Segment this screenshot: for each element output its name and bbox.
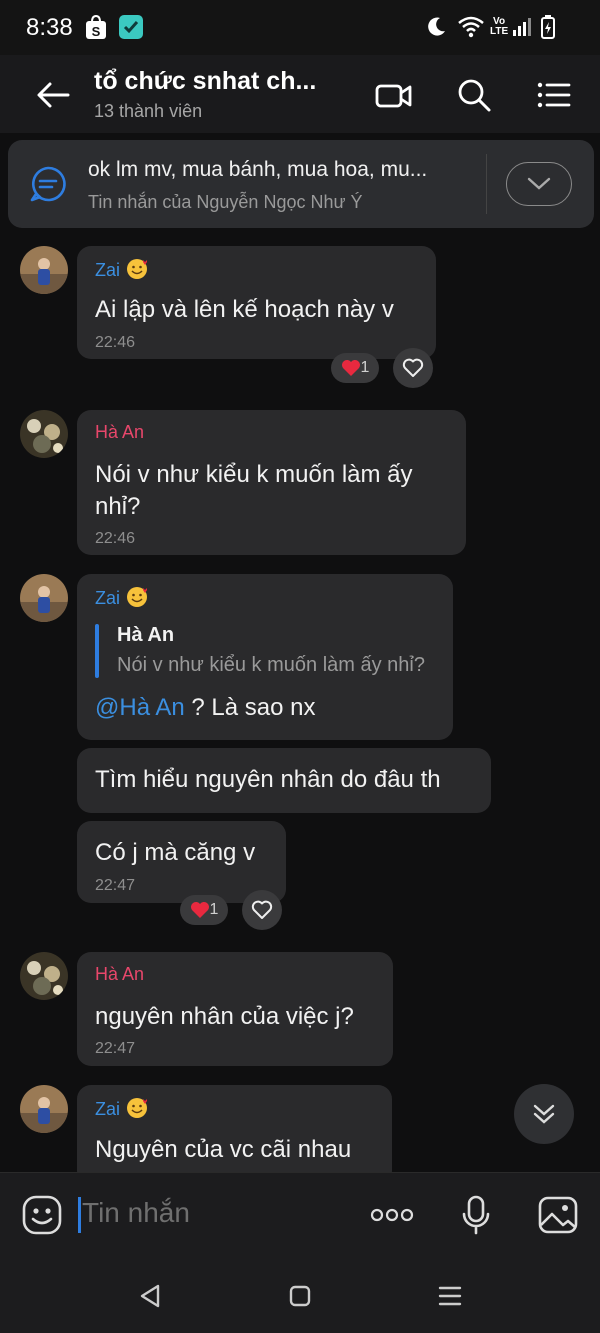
system-navigation-bar	[0, 1256, 600, 1333]
microphone-icon[interactable]	[454, 1193, 498, 1237]
smiling-hearts-emoji-icon	[126, 586, 148, 608]
heart-icon	[341, 360, 360, 376]
message-text: Có j mà căng v	[95, 839, 256, 866]
battery-icon	[540, 14, 556, 40]
message-time: 22:47	[95, 877, 136, 894]
message-bubble[interactable]: Zai Ai lập và lên kế hoạch này v 22:46	[77, 246, 436, 359]
svg-text:S: S	[92, 24, 101, 39]
message-text: @Hà An ? Là sao nx	[95, 694, 316, 721]
sender-name: Zai	[95, 258, 148, 281]
sender-name: Hà An	[95, 964, 145, 984]
image-gallery-icon[interactable]	[536, 1193, 580, 1237]
message-text: Tìm hiểu nguyên nhân do đâu th	[95, 766, 441, 793]
pinned-author: Tin nhắn của Nguyễn Ngọc Như Ý	[88, 192, 363, 212]
reaction-count: 1	[209, 901, 219, 918]
chevron-down-icon	[527, 177, 551, 190]
scroll-to-bottom-button[interactable]	[514, 1084, 574, 1144]
reaction-badge[interactable]: 1	[180, 895, 228, 925]
quote-author: Hà An	[117, 624, 175, 646]
nav-home-icon[interactable]	[282, 1278, 318, 1314]
quote-bar	[95, 624, 99, 678]
heart-outline-icon	[251, 900, 273, 919]
message-bubble[interactable]: Zai Nguyên của vc cãi nhau	[77, 1085, 392, 1185]
sender-name: Hà An	[95, 422, 145, 442]
message-bubble[interactable]: Hà An nguyên nhân của việc j? 22:47	[77, 952, 393, 1066]
message-bubble-icon	[28, 164, 68, 204]
message-bubble[interactable]: Zai Hà An Nói v như kiểu k muốn làm ấy n…	[77, 574, 453, 740]
text-caret	[78, 1197, 81, 1233]
video-call-icon[interactable]	[374, 75, 414, 115]
divider	[486, 154, 487, 214]
menu-list-icon[interactable]	[534, 75, 574, 115]
pinned-text: ok lm mv, mua bánh, mua hoa, mu...	[88, 158, 428, 181]
message-time: 22:47	[95, 1040, 136, 1057]
back-arrow-icon[interactable]	[34, 75, 74, 115]
quoted-message[interactable]: Hà An Nói v như kiểu k muốn làm ấy nhỉ?	[95, 624, 455, 680]
pinned-message-banner[interactable]: ok lm mv, mua bánh, mua hoa, mu... Tin n…	[8, 140, 594, 228]
message-time: 22:46	[95, 530, 136, 547]
heart-outline-icon	[402, 358, 424, 377]
chat-header: tổ chức snhat ch... 13 thành viên	[0, 55, 600, 133]
message-bubble[interactable]: Hà An Nói v như kiểu k muốn làm ấy nhỉ? …	[77, 410, 466, 555]
heart-icon	[190, 902, 209, 918]
like-button[interactable]	[242, 890, 282, 930]
message-time: 22:46	[95, 334, 136, 351]
sender-name: Zai	[95, 586, 148, 609]
volte-icon: Vo LTE	[490, 16, 509, 37]
member-count: 13 thành viên	[94, 101, 203, 121]
signal-icon	[512, 14, 534, 40]
status-bar: 8:38 S Vo LTE	[0, 0, 600, 55]
expand-pinned-button[interactable]	[506, 162, 572, 206]
app-check-icon	[118, 14, 144, 40]
message-text-line-1: Nói v như kiểu k muốn làm ấy	[95, 461, 413, 488]
search-icon[interactable]	[454, 75, 494, 115]
message-text: Nguyên của vc cãi nhau	[95, 1136, 352, 1163]
message-input[interactable]: Tin nhắn	[78, 1195, 338, 1235]
smiling-hearts-emoji-icon	[126, 258, 148, 280]
status-time: 8:38	[26, 14, 73, 41]
message-text: nguyên nhân của việc j?	[95, 1003, 354, 1030]
avatar-zai[interactable]	[20, 1085, 68, 1133]
avatar-ha-an[interactable]	[20, 952, 68, 1000]
smiling-hearts-emoji-icon	[126, 1097, 148, 1119]
sender-name: Zai	[95, 1097, 148, 1120]
avatar-zai[interactable]	[20, 246, 68, 294]
like-button[interactable]	[393, 348, 433, 388]
input-placeholder: Tin nhắn	[82, 1197, 190, 1228]
avatar-zai[interactable]	[20, 574, 68, 622]
avatar-ha-an[interactable]	[20, 410, 68, 458]
moon-icon	[424, 14, 448, 40]
message-text: Ai lập và lên kế hoạch này v	[95, 296, 394, 323]
message-input-bar: Tin nhắn	[0, 1172, 600, 1256]
message-text-line-2: nhỉ?	[95, 493, 141, 520]
reaction-count: 1	[360, 359, 370, 376]
reaction-badge[interactable]: 1	[331, 353, 379, 383]
message-bubble[interactable]: Tìm hiểu nguyên nhân do đâu th	[77, 748, 491, 813]
sticker-emoji-icon[interactable]	[20, 1193, 64, 1237]
more-options-icon[interactable]	[370, 1193, 414, 1237]
group-title[interactable]: tổ chức snhat ch...	[94, 67, 316, 96]
double-chevron-down-icon	[533, 1104, 555, 1124]
quote-text: Nói v như kiểu k muốn làm ấy nhỉ?	[117, 654, 425, 676]
nav-back-icon[interactable]	[132, 1278, 168, 1314]
nav-recents-icon[interactable]	[432, 1278, 468, 1314]
shopee-icon: S	[84, 14, 108, 40]
wifi-icon	[458, 14, 484, 40]
mention-link[interactable]: @Hà An	[95, 694, 185, 721]
